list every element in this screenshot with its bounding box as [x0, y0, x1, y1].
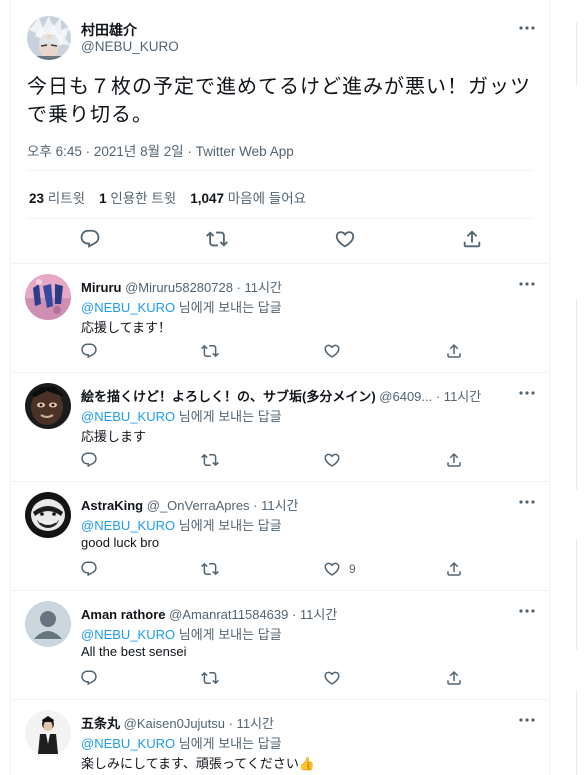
more-icon[interactable]: [516, 276, 538, 292]
replying-to: @NEBU_KURO 님에게 보내는 답글: [81, 627, 282, 642]
retweet-icon[interactable]: [201, 342, 219, 360]
replying-to: @NEBU_KURO 님에게 보내는 답글: [81, 409, 282, 424]
reply-author-name[interactable]: 五条丸: [81, 716, 120, 731]
like-icon[interactable]: [323, 342, 349, 360]
retweets-stat[interactable]: 23 리트윗: [29, 191, 85, 206]
author-handle[interactable]: @NEBU_KURO: [81, 39, 179, 54]
author-name[interactable]: 村田雄介: [81, 20, 137, 40]
replying-to: @NEBU_KURO 님에게 보내는 답글: [81, 736, 282, 751]
right-column-divider: [576, 22, 577, 86]
reply-tweet[interactable]: Aman rathore @Amanrat11584639 · 11시간 @NE…: [11, 591, 549, 700]
reply-avatar[interactable]: [25, 710, 71, 756]
replying-to: @NEBU_KURO 님에게 보내는 답글: [81, 518, 282, 533]
divider: [27, 218, 533, 219]
divider: [27, 170, 533, 171]
reply-header: 五条丸 @Kaisen0Jujutsu · 11시간: [81, 713, 274, 732]
tweet-timestamp[interactable]: 오후 6:45 · 2021년 8월 2일 · Twitter Web App: [27, 140, 294, 160]
reply-avatar[interactable]: [25, 274, 71, 320]
like-icon[interactable]: 9: [323, 560, 356, 578]
quotes-stat[interactable]: 1 인용한 트윗: [99, 191, 176, 206]
share-icon[interactable]: [445, 669, 463, 687]
share-icon[interactable]: [461, 228, 483, 250]
main-tweet: 村田雄介 @NEBU_KURO 今日も７枚の予定で進めてるけど進みが悪い！ガッツ…: [11, 0, 549, 264]
reply-icon[interactable]: [80, 560, 98, 578]
reply-actions: 9: [11, 560, 549, 580]
retweet-icon[interactable]: [206, 228, 228, 250]
reply-tweet[interactable]: Miruru @Miruru58280728 · 11시간 @NEBU_KURO…: [11, 264, 549, 373]
mention-link[interactable]: @NEBU_KURO: [81, 627, 175, 642]
reply-author-name[interactable]: Aman rathore: [81, 607, 166, 622]
like-icon[interactable]: [323, 451, 349, 469]
reply-avatar[interactable]: [25, 383, 71, 429]
reply-avatar[interactable]: [25, 492, 71, 538]
tweet-text: 今日も７枚の予定で進めてるけど進みが悪い！ガッツで乗り切る。: [27, 74, 531, 126]
reply-icon[interactable]: [79, 228, 101, 250]
reply-text: 応援してます！: [81, 320, 171, 335]
more-icon[interactable]: [516, 712, 538, 728]
reply-author-name[interactable]: AstraKing: [81, 498, 143, 513]
mention-link[interactable]: @NEBU_KURO: [81, 409, 175, 424]
reply-actions: [11, 669, 549, 689]
right-column-divider: [576, 690, 577, 775]
right-column-divider: [576, 540, 577, 650]
retweet-icon[interactable]: [201, 451, 219, 469]
timeline-column: 村田雄介 @NEBU_KURO 今日も７枚の予定で進めてるけど進みが悪い！ガッツ…: [10, 0, 550, 775]
reply-header: Aman rathore @Amanrat11584639 · 11시간: [81, 604, 337, 623]
reply-handle-time[interactable]: @6409... · 11시간: [379, 389, 481, 404]
reply-icon[interactable]: [80, 669, 98, 687]
likes-stat[interactable]: 1,047 마음에 들어요: [190, 191, 306, 206]
reply-author-name[interactable]: Miruru: [81, 280, 121, 295]
reply-header: Miruru @Miruru58280728 · 11시간: [81, 277, 282, 296]
share-icon[interactable]: [445, 342, 463, 360]
mention-link[interactable]: @NEBU_KURO: [81, 736, 175, 751]
more-icon[interactable]: [516, 385, 538, 401]
tweet-actions: [11, 228, 549, 252]
reply-handle-time[interactable]: @Miruru58280728 · 11시간: [125, 280, 282, 295]
reply-avatar[interactable]: [25, 601, 71, 647]
like-count: 9: [349, 562, 356, 576]
reply-header: 絵を描くけど！よろしく！の、サブ垢(多分メイン) @6409... · 11시간: [81, 386, 481, 405]
mention-link[interactable]: @NEBU_KURO: [81, 300, 175, 315]
replying-to: @NEBU_KURO 님에게 보내는 답글: [81, 300, 282, 315]
reply-text: 応援します: [81, 429, 147, 444]
reply-tweet[interactable]: 絵を描くけど！よろしく！の、サブ垢(多分メイン) @6409... · 11시간…: [11, 373, 549, 482]
reply-actions: [11, 451, 549, 471]
reply-actions: [11, 342, 549, 362]
tweet-stats: 23 리트윗 1 인용한 트윗 1,047 마음에 들어요: [29, 187, 306, 207]
author-avatar[interactable]: [27, 16, 71, 60]
retweet-icon[interactable]: [201, 669, 219, 687]
more-icon[interactable]: [516, 603, 538, 619]
reply-handle-time[interactable]: @_OnVerraApres · 11시간: [147, 498, 299, 513]
retweet-icon[interactable]: [201, 560, 219, 578]
reply-icon[interactable]: [80, 342, 98, 360]
reply-header: AstraKing @_OnVerraApres · 11시간: [81, 495, 299, 514]
reply-tweet[interactable]: AstraKing @_OnVerraApres · 11시간 @NEBU_KU…: [11, 482, 549, 591]
share-icon[interactable]: [445, 560, 463, 578]
reply-text: All the best sensei: [81, 644, 187, 659]
like-icon[interactable]: [334, 228, 356, 250]
reply-tweet[interactable]: 五条丸 @Kaisen0Jujutsu · 11시간 @NEBU_KURO 님에…: [11, 700, 549, 775]
reply-text: 楽しみにしてます、頑張ってください👍: [81, 756, 316, 771]
more-icon[interactable]: [516, 494, 538, 510]
share-icon[interactable]: [445, 451, 463, 469]
right-column-edge: [576, 0, 584, 775]
reply-text: good luck bro: [81, 535, 160, 550]
reply-handle-time[interactable]: @Kaisen0Jujutsu · 11시간: [124, 716, 274, 731]
right-column-divider: [576, 300, 577, 490]
more-icon[interactable]: [516, 20, 538, 36]
like-icon[interactable]: [323, 669, 349, 687]
reply-author-name[interactable]: 絵を描くけど！よろしく！の、サブ垢(多分メイン): [81, 389, 376, 404]
mention-link[interactable]: @NEBU_KURO: [81, 518, 175, 533]
reply-icon[interactable]: [80, 451, 98, 469]
reply-handle-time[interactable]: @Amanrat11584639 · 11시간: [169, 607, 337, 622]
